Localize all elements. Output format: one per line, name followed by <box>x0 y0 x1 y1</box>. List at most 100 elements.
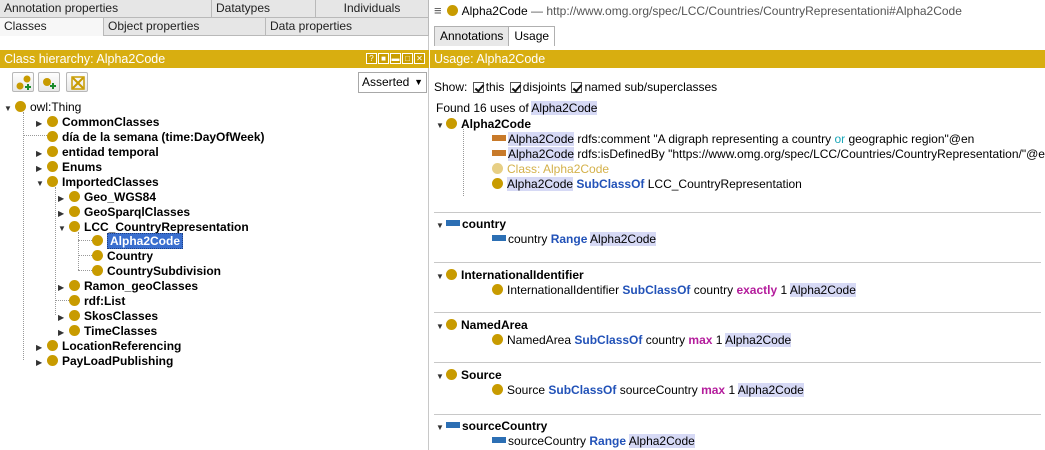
expand-icon[interactable]: ▶ <box>58 206 67 221</box>
tree-node[interactable]: día de la semana (time:DayOfWeek) <box>47 130 265 145</box>
axiom-keyword: exactly <box>736 283 778 297</box>
maximize-icon[interactable]: □ <box>402 53 413 64</box>
object-property-icon <box>492 437 506 443</box>
tab-annotations[interactable]: Annotations <box>434 26 510 46</box>
class-icon <box>492 384 503 395</box>
add-sibling-button[interactable] <box>38 72 60 92</box>
usage-group-header[interactable]: ▼ Alpha2Code <box>436 117 531 132</box>
collapse-icon[interactable]: ▼ <box>436 118 445 133</box>
usage-group-header[interactable]: ▼ Source <box>436 368 502 383</box>
class-icon <box>69 191 80 202</box>
class-icon <box>47 116 58 127</box>
tree-node[interactable]: Country <box>92 249 153 264</box>
show-this-checkbox[interactable] <box>472 82 484 93</box>
usage-group-header[interactable]: ▼ country <box>436 217 506 232</box>
tree-node[interactable]: ▶ entidad temporal <box>36 145 159 160</box>
class-icon <box>492 334 503 345</box>
axiom-text: 1 <box>725 383 738 397</box>
tab-data-properties[interactable]: Data properties <box>266 18 429 36</box>
pin-icon[interactable]: ■ <box>378 53 389 64</box>
usage-line[interactable]: Class: Alpha2Code <box>492 162 609 177</box>
expand-icon[interactable]: ▶ <box>36 355 45 370</box>
axiom-text: country <box>642 333 689 347</box>
tree-node-selected[interactable]: Alpha2Code <box>92 233 184 249</box>
hierarchy-mode-value: Asserted <box>362 75 410 89</box>
help-icon[interactable]: ? <box>366 53 377 64</box>
usage-line[interactable]: Alpha2Code rdfs:isDefinedBy "https://www… <box>492 147 1045 162</box>
expand-icon[interactable]: ▶ <box>58 310 67 325</box>
delete-class-button[interactable] <box>66 72 88 92</box>
group-title: Alpha2Code <box>461 117 532 131</box>
tree-node[interactable]: ▶ PayLoadPublishing <box>36 354 173 369</box>
hierarchy-mode-select[interactable]: Asserted ▼ <box>358 72 427 93</box>
tree-node[interactable]: ▶ LocationReferencing <box>36 339 181 354</box>
entity-ref: Alpha2Code <box>507 177 574 191</box>
collapse-icon[interactable]: ▼ <box>36 176 45 191</box>
show-named-checkbox[interactable] <box>571 82 583 93</box>
usage-group-header[interactable]: ▼ InternationalIdentifier <box>436 268 584 283</box>
menu-icon[interactable]: ≡ <box>434 3 442 18</box>
tree-node[interactable]: ▶ GeoSparqlClasses <box>58 205 190 220</box>
tab-classes[interactable]: Classes <box>0 18 104 36</box>
usage-group-sourcecountry: ▼ sourceCountry sourceCountry Range Alpha… <box>434 414 1041 450</box>
tree-node[interactable]: rdf:List <box>69 294 125 309</box>
axiom-keyword: max <box>701 383 726 397</box>
collapse-icon[interactable]: ▼ <box>58 221 67 236</box>
group-title: NamedArea <box>461 318 528 332</box>
expand-icon[interactable]: ▶ <box>36 340 45 355</box>
expand-icon[interactable]: ▶ <box>58 280 67 295</box>
axiom-text: country <box>508 232 551 246</box>
expand-icon[interactable]: ▶ <box>36 146 45 161</box>
expand-icon[interactable]: ▶ <box>36 161 45 176</box>
class-icon <box>47 340 58 351</box>
split-icon[interactable]: ▬ <box>390 53 401 64</box>
usage-line[interactable]: NamedArea SubClassOf country max 1 Alpha… <box>492 333 792 348</box>
expand-icon[interactable]: ▶ <box>58 191 67 206</box>
usage-line[interactable]: Source SubClassOf sourceCountry max 1 Al… <box>492 383 804 398</box>
tree-node[interactable]: ▼ ImportedClasses <box>36 175 159 190</box>
tab-datatypes[interactable]: Datatypes <box>212 0 316 18</box>
found-entity[interactable]: Alpha2Code <box>531 101 598 115</box>
tree-node[interactable]: ▶ Ramon_geoClasses <box>58 279 198 294</box>
tab-object-properties[interactable]: Object properties <box>104 18 266 36</box>
add-sibling-icon <box>43 78 56 89</box>
collapse-icon[interactable]: ▼ <box>436 319 445 334</box>
annotation-property-icon <box>492 150 506 156</box>
add-subclass-button[interactable] <box>12 72 34 92</box>
found-prefix: Found 16 uses of <box>436 101 529 115</box>
tab-row-top: Annotation properties Datatypes Individu… <box>0 0 429 18</box>
delete-class-icon <box>71 76 85 90</box>
tree-node[interactable]: ▶ Geo_WGS84 <box>58 190 156 205</box>
usage-group-header[interactable]: ▼ NamedArea <box>436 318 528 333</box>
class-icon <box>69 221 80 232</box>
tree-node[interactable]: CountrySubdivision <box>92 264 221 279</box>
close-icon[interactable]: ✕ <box>414 53 425 64</box>
show-disjoints-label: disjoints <box>522 80 567 94</box>
tree-node[interactable]: ▶ TimeClasses <box>58 324 157 339</box>
usage-line[interactable]: InternationalIdentifier SubClassOf count… <box>492 283 856 298</box>
usage-line[interactable]: Alpha2Code SubClassOf LCC_CountryReprese… <box>492 177 802 192</box>
usage-line[interactable]: sourceCountry Range Alpha2Code <box>492 434 695 449</box>
collapse-icon[interactable]: ▼ <box>4 101 13 116</box>
class-icon <box>446 269 457 280</box>
tab-individuals[interactable]: Individuals <box>316 0 429 18</box>
collapse-icon[interactable]: ▼ <box>436 218 445 233</box>
left-panel: Annotation properties Datatypes Individu… <box>0 0 429 450</box>
expand-icon[interactable]: ▶ <box>36 116 45 131</box>
tree-node[interactable]: ▶ Enums <box>36 160 102 175</box>
tree-node-owl-thing[interactable]: ▼ owl:Thing <box>4 100 81 115</box>
tab-annotation-properties[interactable]: Annotation properties <box>0 0 212 18</box>
usage-line[interactable]: country Range Alpha2Code <box>492 232 657 247</box>
collapse-icon[interactable]: ▼ <box>436 369 445 384</box>
tab-usage[interactable]: Usage <box>508 26 556 46</box>
class-icon <box>92 235 103 246</box>
collapse-icon[interactable]: ▼ <box>436 269 445 284</box>
expand-icon[interactable]: ▶ <box>58 325 67 340</box>
usage-group-header[interactable]: ▼ sourceCountry <box>436 419 547 434</box>
tree-node[interactable]: ▶ CommonClasses <box>36 115 159 130</box>
usage-line[interactable]: Alpha2Code rdfs:comment "A digraph repre… <box>492 132 974 147</box>
show-disjoints-checkbox[interactable] <box>509 82 521 93</box>
collapse-icon[interactable]: ▼ <box>436 420 445 435</box>
show-label: Show: <box>434 80 468 94</box>
tree-node[interactable]: ▶ SkosClasses <box>58 309 158 324</box>
